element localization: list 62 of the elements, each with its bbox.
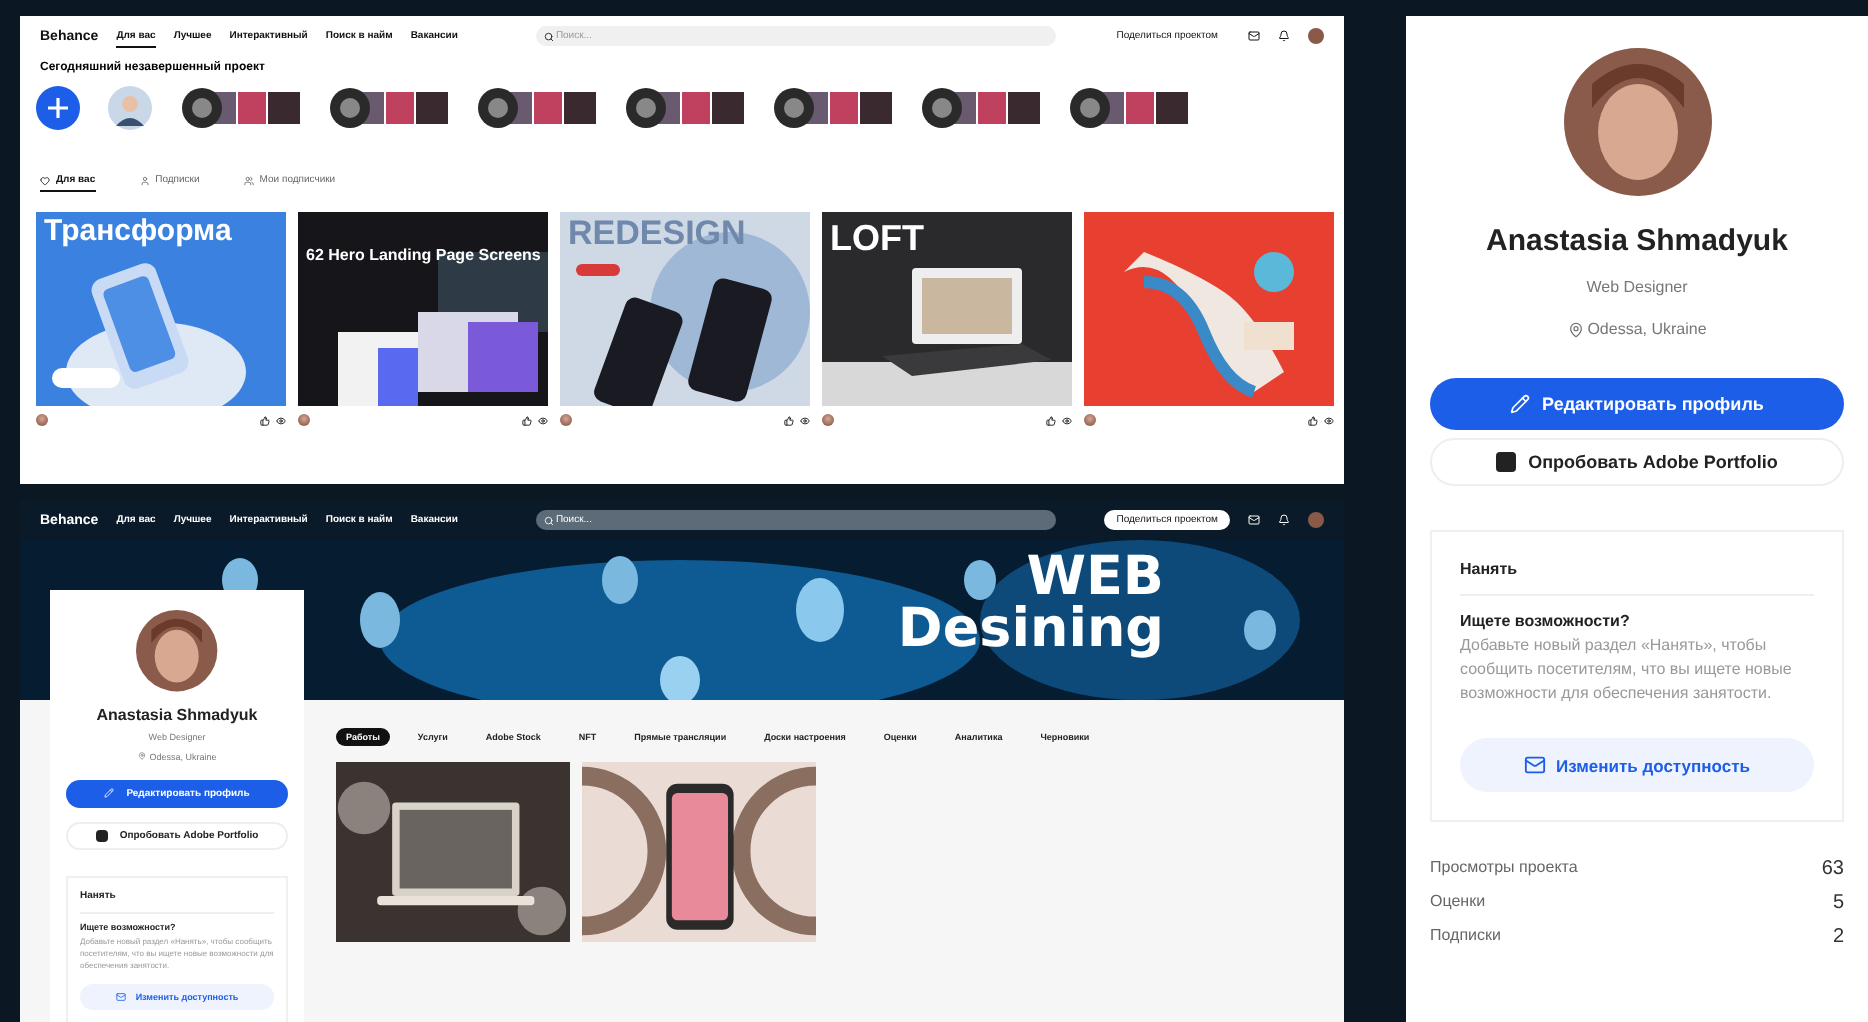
story-thumbnails-drawing[interactable] <box>772 86 892 130</box>
views-icon <box>800 415 810 425</box>
profile-name: Anastasia Shmadyuk <box>1486 224 1788 258</box>
profile-location: Odessa, Ukraine <box>1587 320 1707 338</box>
story-thumbnails-drawing[interactable] <box>180 86 300 130</box>
thumbnail-title: Трансформа <box>44 216 232 248</box>
views-icon <box>538 415 548 425</box>
location-pin-icon <box>1567 321 1584 337</box>
hire-question: Ищете возможности? <box>1460 612 1632 630</box>
avatar[interactable] <box>108 86 152 130</box>
portfolio-button[interactable]: Опробовать Adobe Portfolio <box>1430 438 1844 486</box>
story-thumbnails-drawing[interactable] <box>624 86 744 130</box>
add-story-icon[interactable] <box>36 86 80 130</box>
portfolio-logo-icon <box>95 829 108 842</box>
thumbnail-title: LOFT <box>830 220 924 258</box>
thumbnail-title: 62 Hero Landing Page Screens <box>306 248 541 265</box>
search-icon <box>543 31 554 41</box>
views-icon <box>276 415 286 425</box>
avatar <box>136 610 218 692</box>
edit-profile-button[interactable]: Редактировать профиль <box>1430 378 1844 430</box>
tab-icon <box>243 175 254 185</box>
author-avatar <box>298 414 310 426</box>
avatar[interactable] <box>1308 28 1324 44</box>
stat-label: Просмотры проекта <box>1430 858 1578 880</box>
tab-icon <box>139 175 150 185</box>
stat-label: Подписки <box>1430 926 1501 948</box>
profile-name: Anastasia Shmadyuk <box>96 705 258 724</box>
story-thumbnails-drawing[interactable] <box>328 86 448 130</box>
story-thumbnails-drawing[interactable] <box>476 86 596 130</box>
like-icon <box>1046 415 1056 425</box>
tab-icon <box>40 175 50 185</box>
like-icon <box>522 415 532 425</box>
views-icon <box>1324 415 1334 425</box>
author-avatar <box>822 414 834 426</box>
portfolio-logo-icon <box>1496 452 1517 472</box>
thumbnail-title: REDESIGN <box>568 216 746 252</box>
mail-icon <box>115 992 126 1003</box>
availability-button[interactable]: Изменить доступность <box>1460 738 1814 792</box>
banner-title: WEB Desining <box>897 552 1164 655</box>
like-icon <box>1308 415 1318 425</box>
location-pin-icon <box>137 752 146 761</box>
stat-value: 5 <box>1832 892 1844 914</box>
author-avatar <box>560 414 572 426</box>
stat-value: 2 <box>1832 926 1844 948</box>
stat-value: 63 <box>1821 858 1844 880</box>
hire-description: Добавьте новый раздел «Нанять», чтобы сообщить посетителям, что вы ищете новые возможности для обеспечения занятости. <box>1460 634 1794 706</box>
hire-title: Нанять <box>1460 560 1814 596</box>
mail-icon <box>1523 754 1546 776</box>
author-avatar <box>1084 414 1096 426</box>
story-thumbnails-drawing[interactable] <box>1068 86 1188 130</box>
story-thumbnails-drawing[interactable] <box>920 86 1040 130</box>
pencil-icon <box>1510 394 1531 414</box>
bell-icon[interactable] <box>1278 30 1290 42</box>
profile-role: Web Designer <box>1586 278 1688 296</box>
pencil-icon <box>104 788 115 799</box>
like-icon <box>784 415 794 425</box>
author-avatar <box>36 414 48 426</box>
stat-label: Оценки <box>1430 892 1486 914</box>
like-icon <box>260 415 270 425</box>
views-icon <box>1062 415 1072 425</box>
mail-icon[interactable] <box>1248 30 1260 42</box>
search-icon <box>543 515 554 525</box>
